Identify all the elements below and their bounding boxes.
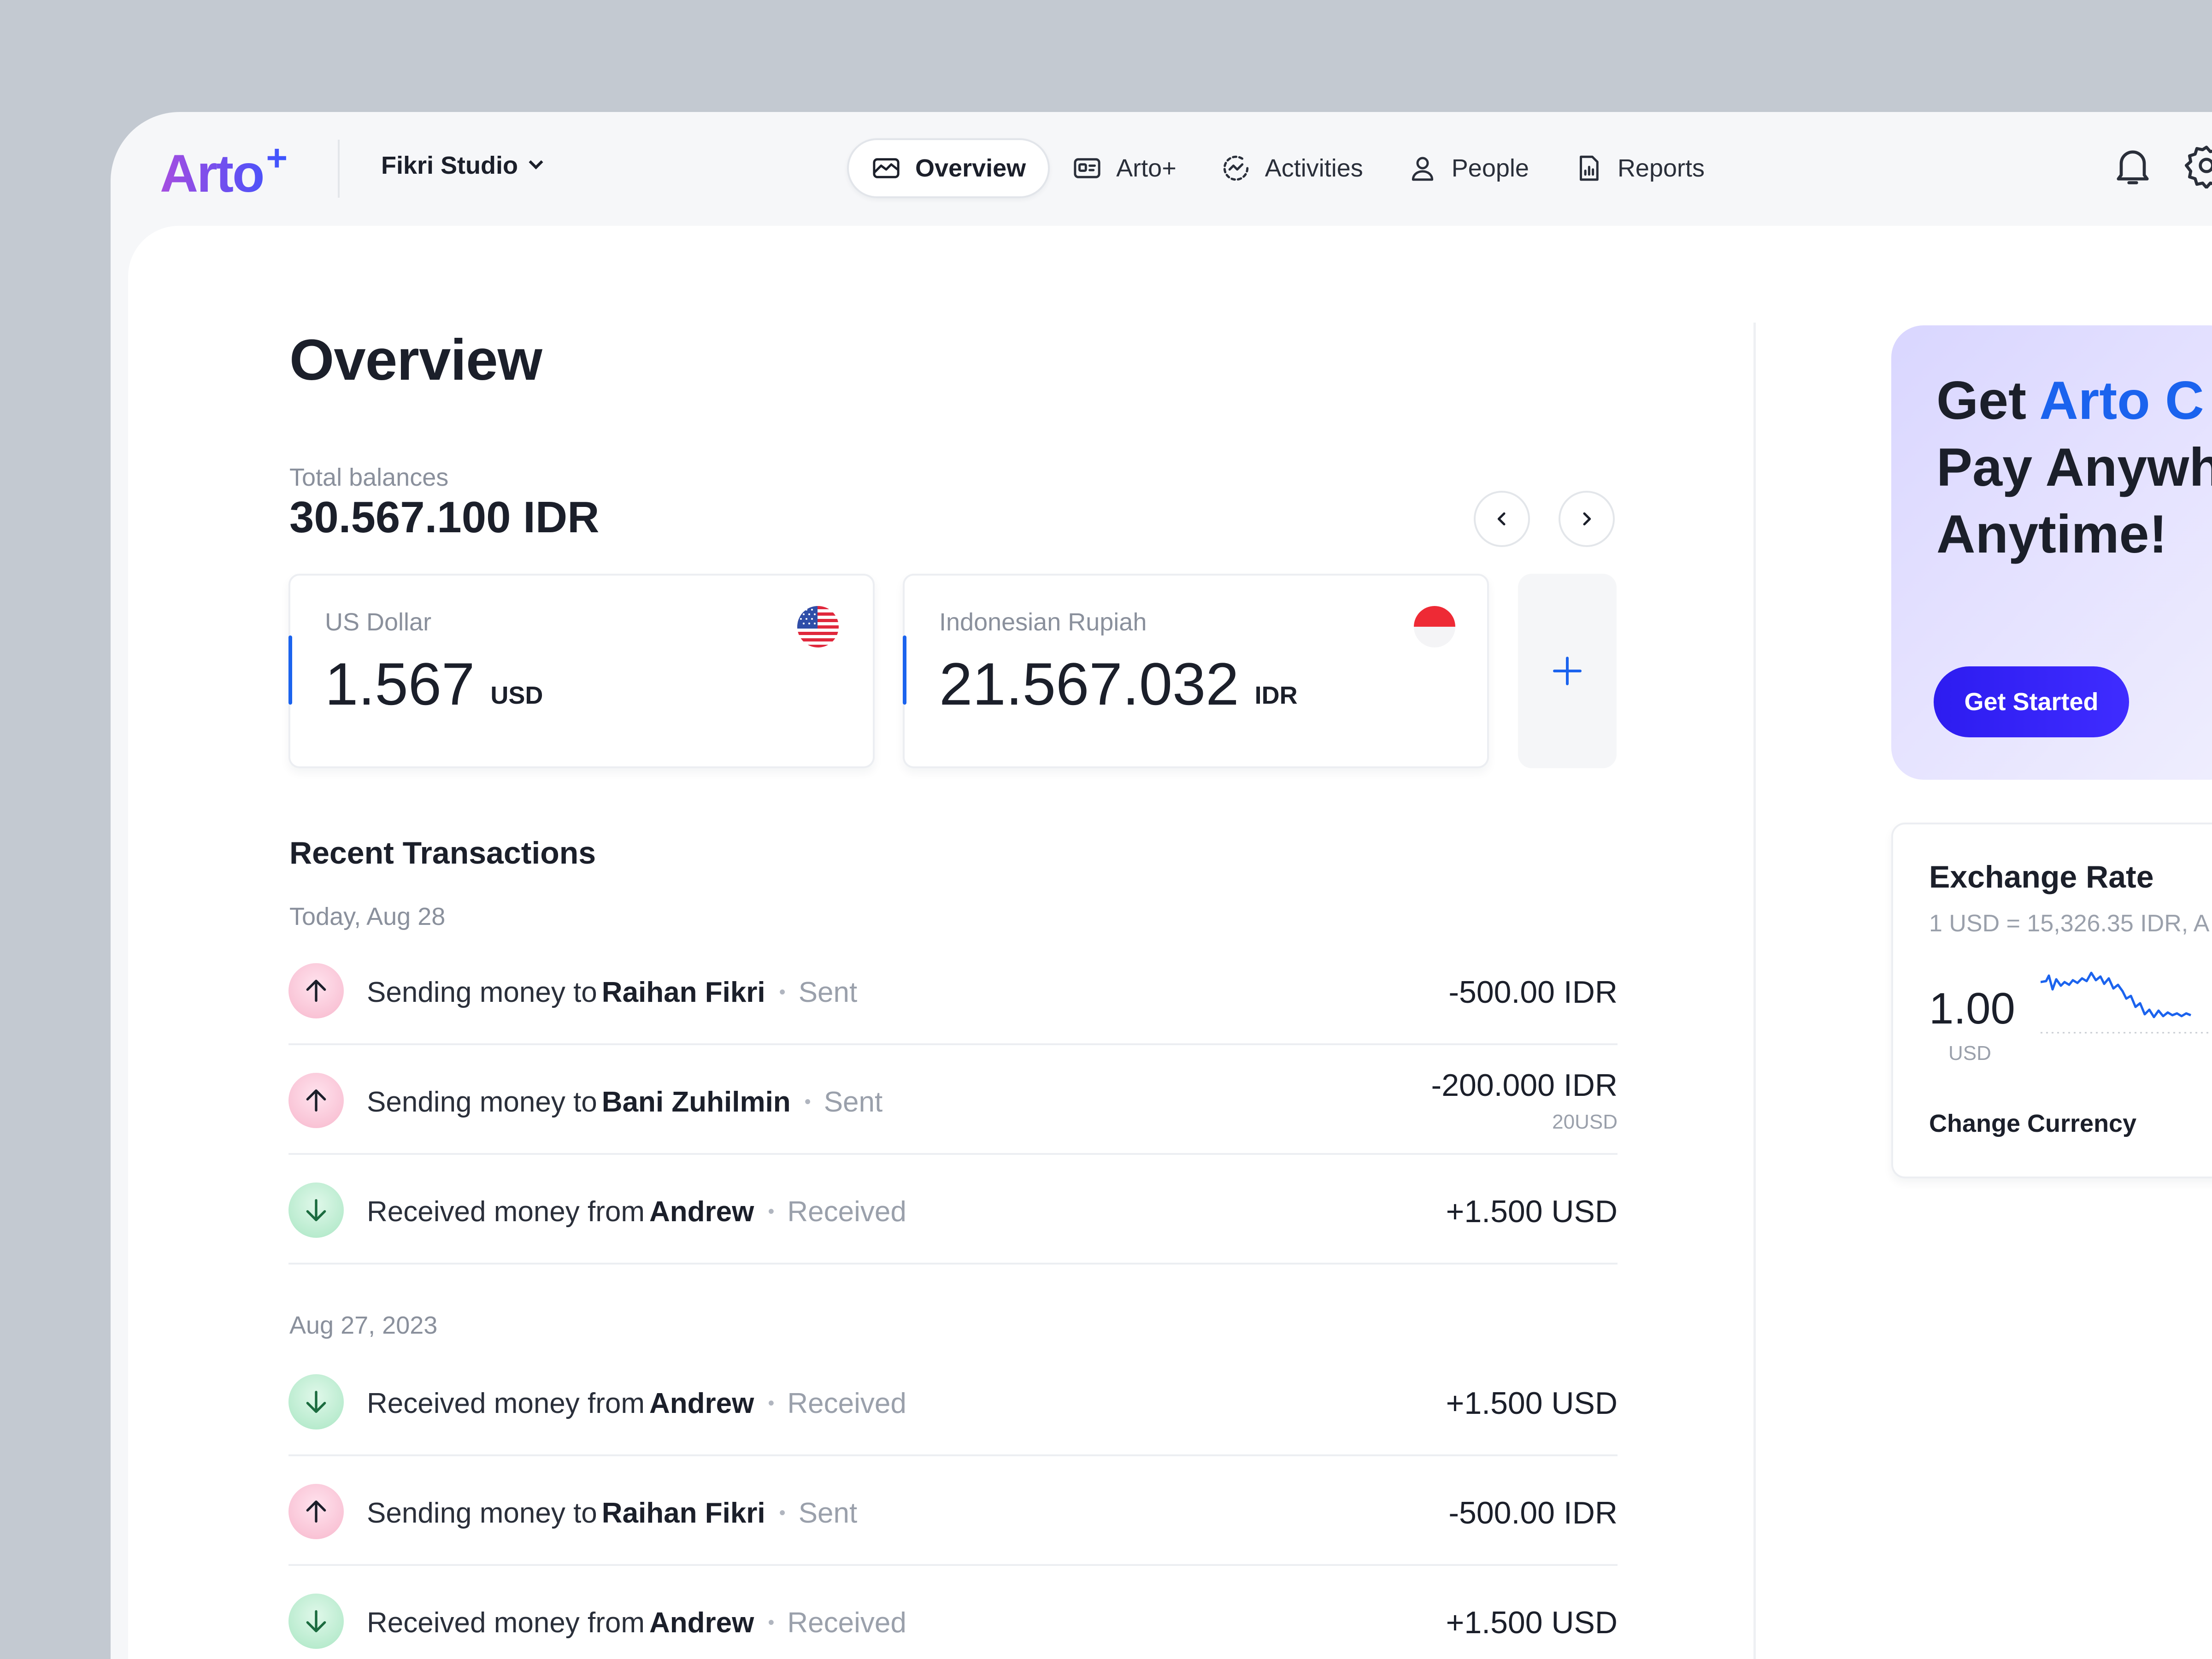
transaction-status: Received bbox=[787, 1388, 906, 1419]
arrow-down-icon bbox=[288, 1594, 344, 1649]
chevron-left-icon bbox=[1497, 512, 1506, 526]
activity-icon bbox=[1221, 153, 1251, 183]
add-currency-button[interactable] bbox=[1518, 574, 1617, 768]
transaction-amount: +1.500 USD bbox=[1446, 1386, 1618, 1421]
nav-label-reports: Reports bbox=[1617, 154, 1705, 182]
exchange-rate-unit: USD bbox=[1948, 1042, 1991, 1065]
id-card-icon bbox=[1072, 153, 1102, 183]
arrow-up-icon bbox=[288, 963, 344, 1018]
promo-headline-line3: Anytime! bbox=[1936, 504, 2167, 564]
transaction-amount: -500.00 IDR bbox=[1448, 1495, 1618, 1530]
nav-label-overview: Overview bbox=[915, 154, 1026, 182]
main-nav: Overview Arto+ Activities People Reports bbox=[847, 138, 1727, 198]
transaction-description: Received money from Andrew • Received bbox=[367, 1607, 906, 1639]
transaction-status: Sent bbox=[798, 977, 858, 1008]
transaction-description: Received money from Andrew • Received bbox=[367, 1388, 906, 1419]
chevron-right-icon bbox=[1583, 512, 1591, 526]
user-icon bbox=[1407, 153, 1438, 183]
arto-logo[interactable]: Arto+ bbox=[160, 137, 286, 204]
arrow-down-icon bbox=[288, 1374, 344, 1430]
transaction-party: Andrew bbox=[649, 1196, 754, 1228]
exchange-rate-subtitle: 1 USD = 15,326.35 IDR, A bbox=[1929, 910, 2210, 937]
currency-card-idr[interactable]: Indonesian Rupiah 21.567.032 IDR bbox=[903, 574, 1489, 768]
card-accent-bar bbox=[288, 635, 292, 705]
transaction-row[interactable]: Received money from Andrew • Received +1.50… bbox=[288, 1347, 1618, 1456]
transaction-amount: -500.00 IDR bbox=[1448, 975, 1618, 1010]
transaction-converted-amount: 20USD bbox=[1552, 1111, 1618, 1133]
card-accent-bar bbox=[903, 635, 906, 705]
transaction-status: Received bbox=[787, 1607, 906, 1639]
indonesia-flag-icon bbox=[1414, 606, 1455, 647]
transaction-description: Received money from Andrew • Received bbox=[367, 1196, 906, 1228]
column-divider bbox=[1753, 323, 1756, 1659]
report-icon bbox=[1573, 153, 1604, 183]
previous-card-button[interactable] bbox=[1474, 491, 1530, 547]
nav-item-reports[interactable]: Reports bbox=[1551, 138, 1727, 198]
chevron-down-icon bbox=[529, 155, 543, 170]
recent-transactions-title: Recent Transactions bbox=[289, 835, 596, 871]
promo-headline: Get Arto C bbox=[1936, 370, 2204, 430]
transaction-amount: +1.500 USD bbox=[1446, 1605, 1618, 1640]
workspace-name: Fikri Studio bbox=[381, 152, 518, 179]
promo-brand: Arto C bbox=[2039, 370, 2204, 430]
transaction-row[interactable]: Received money from Andrew • Received +1.50… bbox=[288, 1566, 1618, 1659]
total-balances-label: Total balances bbox=[289, 464, 449, 491]
exchange-rate-title: Exchange Rate bbox=[1929, 859, 2154, 894]
transaction-status: Sent bbox=[798, 1497, 858, 1529]
nav-label-people: People bbox=[1451, 154, 1529, 182]
page-title: Overview bbox=[289, 328, 542, 392]
navbar-divider bbox=[338, 140, 340, 198]
transaction-amount: +1.500 USD bbox=[1446, 1194, 1618, 1229]
nav-item-activities[interactable]: Activities bbox=[1199, 138, 1385, 198]
transaction-party: Raihan Fikri bbox=[601, 1497, 765, 1529]
us-flag-icon bbox=[797, 606, 839, 647]
promo-headline-line2: Pay Anywh bbox=[1936, 437, 2212, 497]
arrow-down-icon bbox=[288, 1182, 344, 1238]
exchange-rate-sparkline bbox=[2041, 971, 2212, 1034]
exchange-rate-card: Exchange Rate 1 USD = 15,326.35 IDR, A 1… bbox=[1891, 823, 2212, 1178]
nav-item-arto-plus[interactable]: Arto+ bbox=[1050, 138, 1199, 198]
transaction-status: Sent bbox=[824, 1086, 883, 1118]
transaction-status: Received bbox=[787, 1196, 906, 1228]
transaction-description: Sending money to Raihan Fikri • Sent bbox=[367, 977, 858, 1008]
transaction-row[interactable]: Sending money to Raihan Fikri • Sent -500.0… bbox=[288, 935, 1618, 1045]
arrow-up-icon bbox=[288, 1073, 344, 1128]
currency-name: Indonesian Rupiah bbox=[939, 608, 1147, 636]
transaction-date-group: Today, Aug 28 bbox=[289, 903, 446, 930]
currency-unit: IDR bbox=[1254, 682, 1298, 709]
transaction-description: Sending money to Raihan Fikri • Sent bbox=[367, 1497, 858, 1529]
nav-label-activities: Activities bbox=[1265, 154, 1363, 182]
change-currency-button[interactable]: Change Currency bbox=[1929, 1109, 2136, 1138]
exchange-rate-value: 1.00 bbox=[1929, 984, 2015, 1033]
transaction-date-group: Aug 27, 2023 bbox=[289, 1312, 438, 1339]
arrow-up-icon bbox=[288, 1484, 344, 1539]
transaction-party: Raihan Fikri bbox=[601, 977, 765, 1008]
gear-icon[interactable] bbox=[2183, 142, 2212, 189]
top-navbar: Arto+ Fikri Studio Overview Arto+ Activi… bbox=[111, 112, 2212, 225]
bell-icon[interactable] bbox=[2110, 142, 2156, 188]
currency-name: US Dollar bbox=[325, 608, 432, 636]
total-balances-value: 30.567.100 IDR bbox=[289, 493, 600, 542]
currency-amount: 21.567.032 IDR bbox=[939, 650, 1298, 718]
currency-unit: USD bbox=[490, 682, 543, 709]
transaction-row[interactable]: Sending money to Raihan Fikri • Sent -500.0… bbox=[288, 1456, 1618, 1566]
next-card-button[interactable] bbox=[1559, 491, 1615, 547]
currency-card-usd[interactable]: US Dollar 1.567 USD bbox=[288, 574, 875, 768]
get-started-button[interactable]: Get Started bbox=[1934, 666, 2129, 737]
chart-area-icon bbox=[871, 153, 901, 183]
transaction-description: Sending money to Bani Zuhilmin • Sent bbox=[367, 1086, 883, 1118]
plus-icon bbox=[1553, 657, 1582, 685]
currency-amount: 1.567 USD bbox=[325, 650, 543, 718]
transaction-row[interactable]: Received money from Andrew • Received +1.50… bbox=[288, 1155, 1618, 1265]
nav-item-overview[interactable]: Overview bbox=[847, 138, 1050, 198]
transaction-row[interactable]: Sending money to Bani Zuhilmin • Sent -200.… bbox=[288, 1045, 1618, 1155]
nav-label-arto-plus: Arto+ bbox=[1116, 154, 1177, 182]
transaction-party: Andrew bbox=[649, 1607, 754, 1639]
transaction-amount: -200.000 IDR bbox=[1431, 1068, 1618, 1103]
workspace-switcher[interactable]: Fikri Studio bbox=[381, 151, 543, 180]
transaction-party: Bani Zuhilmin bbox=[601, 1086, 791, 1118]
nav-item-people[interactable]: People bbox=[1385, 138, 1551, 198]
transaction-party: Andrew bbox=[649, 1388, 754, 1419]
promo-card: Get Arto C Pay Anywh Anytime! Get Starte… bbox=[1891, 325, 2212, 780]
